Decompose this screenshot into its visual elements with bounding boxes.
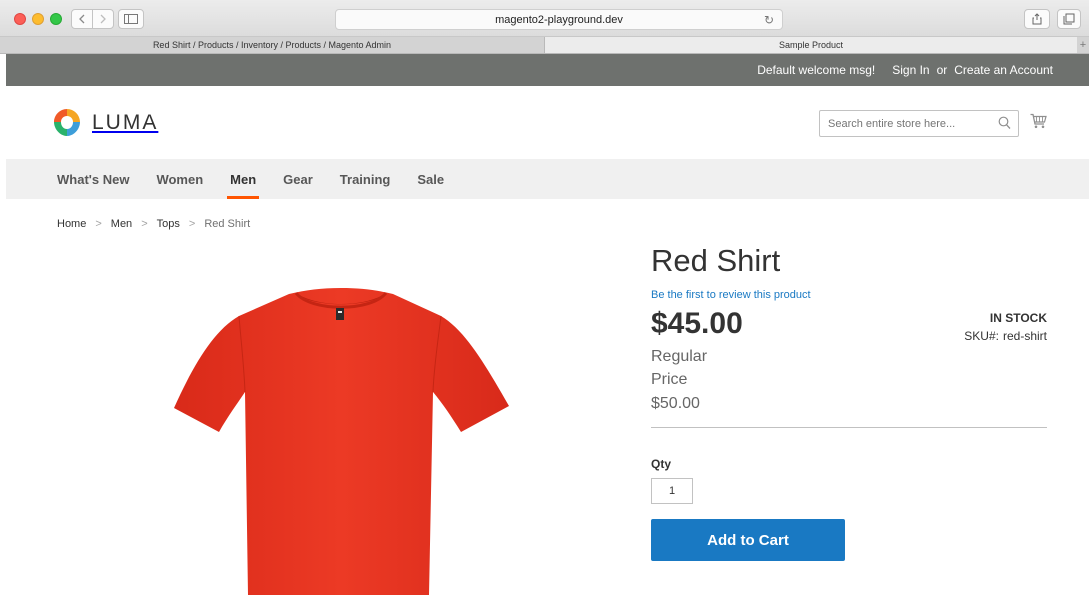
site-header: LUMA: [6, 86, 1089, 159]
share-button[interactable]: [1024, 9, 1050, 29]
tabs-icon: [1063, 13, 1075, 25]
sidebar-toggle-button[interactable]: [118, 9, 144, 29]
breadcrumb-men[interactable]: Men: [111, 218, 132, 230]
sku: SKU#: red-shirt: [964, 329, 1047, 343]
search-field[interactable]: [819, 110, 1019, 137]
window-maximize-button[interactable]: [50, 13, 62, 25]
show-tabs-button[interactable]: [1057, 9, 1081, 29]
sign-in-link[interactable]: Sign In: [892, 63, 929, 77]
or-text: or: [936, 63, 948, 77]
add-to-cart-button[interactable]: Add to Cart: [651, 519, 845, 562]
sku-label: SKU#:: [964, 329, 999, 344]
qty-input[interactable]: [651, 478, 693, 505]
breadcrumb-separator: >: [141, 218, 148, 230]
search-input[interactable]: [828, 117, 988, 130]
breadcrumb-current: Red Shirt: [204, 218, 251, 230]
regular-price-label: Regular Price: [651, 348, 708, 389]
browser-forward-button[interactable]: [92, 9, 114, 29]
breadcrumb-separator: >: [188, 218, 196, 230]
create-account-link[interactable]: Create an Account: [954, 63, 1053, 77]
nav-item-training[interactable]: Training: [340, 159, 391, 199]
sku-value: red-shirt: [1002, 329, 1047, 344]
nav-item-gear[interactable]: Gear: [283, 159, 313, 199]
tab-magento-admin[interactable]: Red Shirt / Products / Inventory / Produ…: [0, 37, 545, 53]
luma-logo-icon: [54, 109, 80, 136]
header-panel: Default welcome msg! Sign In or Create a…: [6, 54, 1089, 86]
chevron-right-icon: [100, 14, 106, 24]
price-box: $45.00 Regular Price $50.00 IN STOCK SKU…: [651, 309, 1047, 419]
browser-back-button[interactable]: [71, 9, 93, 29]
review-link[interactable]: Be the first to review this product: [651, 289, 1047, 301]
nav-item-men[interactable]: Men: [227, 159, 260, 199]
url-text: magento2-playground.dev: [495, 13, 623, 26]
welcome-message: Default welcome msg!: [757, 63, 876, 77]
breadcrumb: Home > Men > Tops > Red Shirt: [57, 218, 250, 230]
nav-item-whats-new[interactable]: What's New: [57, 159, 129, 199]
nav-item-women[interactable]: Women: [156, 159, 203, 199]
window-minimize-button[interactable]: [32, 13, 44, 25]
sidebar-icon: [124, 14, 138, 24]
breadcrumb-separator: >: [95, 218, 102, 230]
product-image[interactable]: [171, 286, 516, 595]
breadcrumb-home[interactable]: Home: [57, 218, 86, 230]
cart-icon[interactable]: [1030, 113, 1047, 129]
tab-bar: Red Shirt / Products / Inventory / Produ…: [0, 37, 1089, 54]
luma-logo[interactable]: LUMA: [52, 107, 158, 138]
address-bar[interactable]: magento2-playground.dev ↻: [335, 9, 783, 30]
reload-icon[interactable]: ↻: [764, 13, 774, 27]
page-content: Default welcome msg! Sign In or Create a…: [6, 54, 1089, 595]
breadcrumb-tops[interactable]: Tops: [157, 218, 180, 230]
tab-label: Red Shirt / Products / Inventory / Produ…: [152, 40, 392, 50]
logo-text: LUMA: [92, 110, 159, 134]
browser-titlebar: magento2-playground.dev ↻: [0, 0, 1089, 37]
window-close-button[interactable]: [14, 13, 26, 25]
nav-item-sale[interactable]: Sale: [417, 159, 444, 199]
main-navigation: What's New Women Men Gear Training Sale: [6, 159, 1089, 199]
tab-sample-product[interactable]: Sample Product: [545, 37, 1077, 53]
divider: [651, 427, 1047, 429]
tab-label: Sample Product: [778, 40, 844, 50]
search-icon[interactable]: [998, 116, 1011, 130]
regular-price-value: $50.00: [651, 395, 700, 413]
qty-label: Qty: [651, 457, 672, 472]
new-tab-button[interactable]: +: [1077, 37, 1089, 53]
stock-status: IN STOCK: [989, 311, 1047, 326]
chevron-left-icon: [79, 14, 85, 24]
product-title: Red Shirt: [651, 243, 781, 278]
share-icon: [1032, 13, 1042, 25]
product-info: Red Shirt Be the first to review this pr…: [651, 243, 1047, 562]
